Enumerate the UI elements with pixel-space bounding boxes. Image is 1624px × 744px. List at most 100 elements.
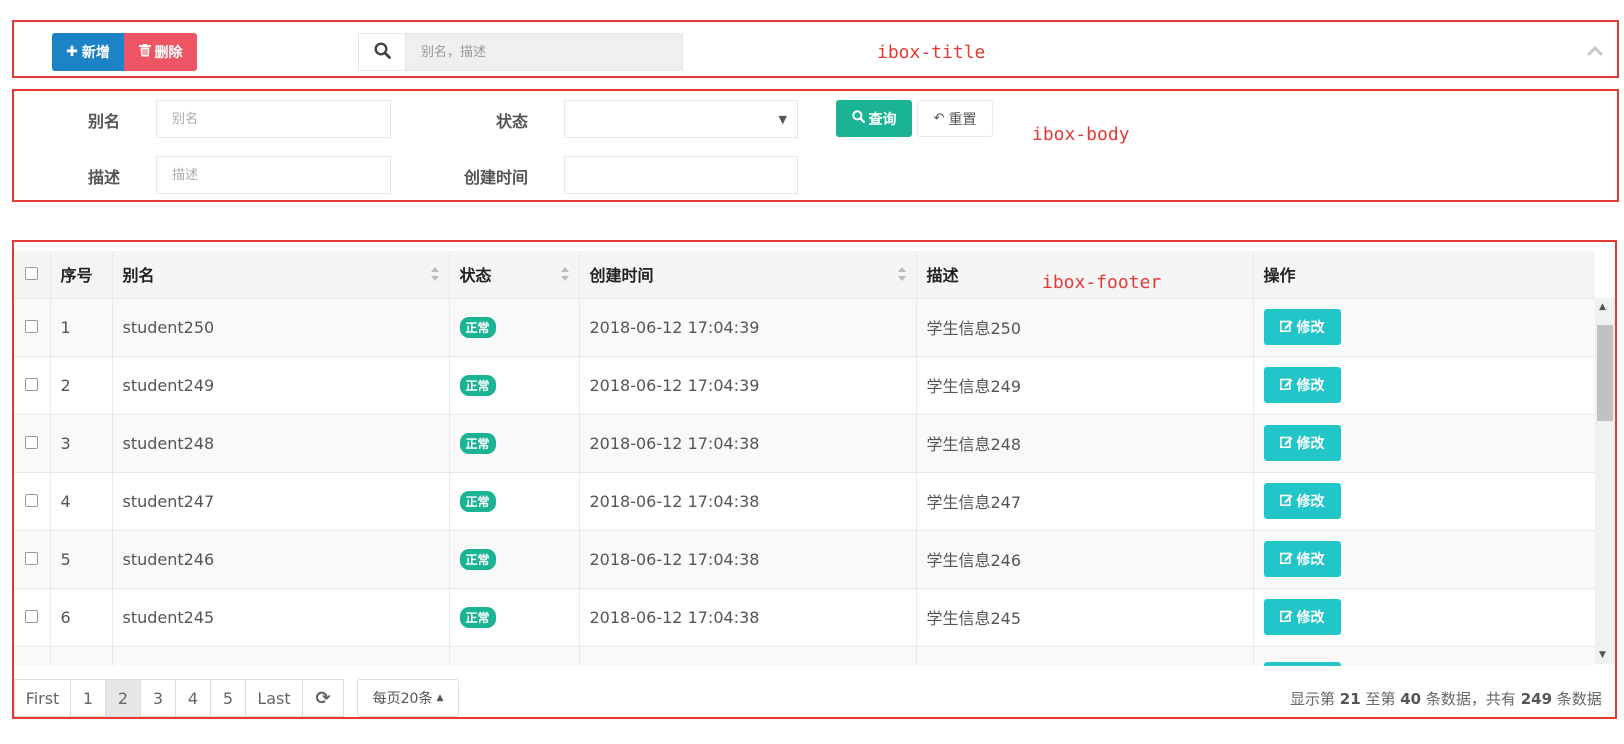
table-row[interactable] bbox=[14, 646, 1595, 666]
table-row[interactable]: 4 student247 正常 2018-06-12 17:04:38 学生信息247 修… bbox=[14, 472, 1595, 531]
ibox-footer-annotation-label: ibox-footer bbox=[1042, 272, 1162, 293]
status-badge: 正常 bbox=[459, 490, 496, 512]
status-badge: 正常 bbox=[459, 548, 496, 570]
cell-alias: student249 bbox=[112, 356, 450, 415]
alias-input[interactable] bbox=[156, 100, 391, 138]
sort-icon bbox=[560, 267, 569, 281]
reset-button[interactable]: ↶ 重置 bbox=[917, 100, 993, 137]
edit-button[interactable]: 修改 bbox=[1263, 425, 1341, 461]
search-addon[interactable] bbox=[358, 33, 406, 71]
row-checkbox[interactable] bbox=[25, 377, 38, 391]
row-checkbox[interactable] bbox=[25, 435, 38, 449]
info-total: 249 bbox=[1520, 690, 1553, 708]
row-checkbox[interactable] bbox=[25, 551, 38, 565]
table-header-row: 序号 别名 状态 创建时间 描述 操作 bbox=[14, 251, 1595, 299]
table-row[interactable]: 6 student245 正常 2018-06-12 17:04:38 学生信息245 修… bbox=[14, 588, 1595, 647]
row-checkbox[interactable] bbox=[25, 609, 38, 623]
page-5[interactable]: 5 bbox=[210, 679, 246, 717]
cell-action: 修改 bbox=[1253, 530, 1595, 589]
cell-action: 修改 bbox=[1253, 472, 1595, 531]
edit-button[interactable]: 修改 bbox=[1263, 483, 1341, 519]
created-time-input[interactable] bbox=[564, 156, 798, 194]
table-scrollbar[interactable]: ▲ ▼ bbox=[1595, 298, 1615, 664]
status-badge: 正常 bbox=[459, 432, 496, 454]
alias-label: 别名 bbox=[87, 112, 120, 131]
status-label: 状态 bbox=[495, 112, 528, 131]
row-checkbox[interactable] bbox=[25, 493, 38, 507]
desc-input[interactable] bbox=[156, 156, 391, 194]
page-last[interactable]: Last bbox=[245, 679, 303, 717]
edit-icon bbox=[1279, 551, 1293, 568]
select-all-checkbox[interactable] bbox=[25, 266, 38, 280]
cell-desc: 学生信息248 bbox=[916, 414, 1254, 473]
page-first[interactable]: First bbox=[14, 679, 71, 717]
cell-alias: student245 bbox=[112, 588, 450, 647]
page-size-dropdown[interactable]: 每页20条 ▲ bbox=[357, 679, 459, 717]
cell-created: 2018-06-12 17:04:38 bbox=[579, 472, 917, 531]
scrollbar-thumb[interactable] bbox=[1597, 325, 1613, 421]
reply-icon: ↶ bbox=[933, 111, 945, 126]
edit-button[interactable] bbox=[1263, 662, 1341, 666]
chevron-up-icon[interactable] bbox=[1584, 40, 1606, 62]
cell-no: 6 bbox=[50, 588, 113, 647]
refresh-button[interactable]: ⟳ bbox=[302, 679, 344, 717]
edit-button-label: 修改 bbox=[1296, 494, 1325, 510]
data-table: 序号 别名 状态 创建时间 描述 操作 1 student250 正常 2018-06… bbox=[14, 251, 1595, 666]
created-time-label: 创建时间 bbox=[463, 168, 528, 187]
info-prefix: 显示第 bbox=[1290, 690, 1336, 708]
page-3[interactable]: 3 bbox=[140, 679, 176, 717]
edit-button[interactable]: 修改 bbox=[1263, 541, 1341, 577]
table-row[interactable]: 1 student250 正常 2018-06-12 17:04:39 学生信息250 修… bbox=[14, 298, 1595, 357]
ibox-title-annotation-label: ibox-title bbox=[877, 42, 986, 63]
sort-icon bbox=[897, 267, 906, 281]
add-button[interactable]: ✚ 新增 bbox=[52, 33, 124, 71]
scroll-down-arrow-icon[interactable]: ▼ bbox=[1599, 650, 1606, 660]
cell-alias: student247 bbox=[112, 472, 450, 531]
page-4[interactable]: 4 bbox=[175, 679, 211, 717]
col-header-alias[interactable]: 别名 bbox=[112, 251, 450, 299]
cell-no: 2 bbox=[50, 356, 113, 415]
info-mid1: 至第 bbox=[1365, 690, 1396, 708]
status-badge: 正常 bbox=[459, 606, 496, 628]
caret-down-icon: ▼ bbox=[778, 113, 787, 126]
search-icon bbox=[373, 41, 391, 63]
edit-button[interactable]: 修改 bbox=[1263, 309, 1341, 345]
status-select[interactable]: ▼ bbox=[564, 100, 798, 138]
status-badge: 正常 bbox=[459, 316, 496, 338]
col-header-alias-label: 别名 bbox=[122, 266, 155, 286]
cell-alias: student250 bbox=[112, 298, 450, 357]
page-1[interactable]: 1 bbox=[70, 679, 106, 717]
edit-icon bbox=[1279, 435, 1293, 452]
cell-created: 2018-06-12 17:04:39 bbox=[579, 356, 917, 415]
cell-action: 修改 bbox=[1253, 588, 1595, 647]
edit-button-label: 修改 bbox=[1296, 610, 1325, 626]
status-badge: 正常 bbox=[459, 374, 496, 396]
col-header-no[interactable]: 序号 bbox=[50, 251, 113, 299]
row-checkbox[interactable] bbox=[25, 319, 38, 333]
reset-button-label: 重置 bbox=[948, 111, 977, 128]
search-input[interactable] bbox=[405, 33, 683, 71]
edit-icon bbox=[1279, 493, 1293, 510]
edit-button[interactable]: 修改 bbox=[1263, 367, 1341, 403]
query-button[interactable]: 查询 bbox=[836, 100, 912, 137]
cell-desc: 学生信息249 bbox=[916, 356, 1254, 415]
cell-status: 正常 bbox=[449, 588, 580, 647]
table-row[interactable]: 5 student246 正常 2018-06-12 17:04:38 学生信息246 修… bbox=[14, 530, 1595, 589]
cell-status: 正常 bbox=[449, 414, 580, 473]
cell-created: 2018-06-12 17:04:38 bbox=[579, 414, 917, 473]
col-header-created-label: 创建时间 bbox=[589, 266, 654, 286]
edit-icon bbox=[1279, 609, 1293, 626]
col-header-status[interactable]: 状态 bbox=[449, 251, 580, 299]
page-2[interactable]: 2 bbox=[105, 679, 141, 717]
delete-button[interactable]: 删除 bbox=[124, 33, 197, 71]
col-header-action: 操作 bbox=[1253, 251, 1595, 299]
plus-icon: ✚ bbox=[66, 44, 78, 60]
cell-alias: student248 bbox=[112, 414, 450, 473]
table-row[interactable]: 2 student249 正常 2018-06-12 17:04:39 学生信息249 修… bbox=[14, 356, 1595, 415]
edit-button[interactable]: 修改 bbox=[1263, 599, 1341, 635]
table-row[interactable]: 3 student248 正常 2018-06-12 17:04:38 学生信息248 修… bbox=[14, 414, 1595, 473]
query-button-label: 查询 bbox=[868, 111, 897, 128]
col-header-created[interactable]: 创建时间 bbox=[579, 251, 917, 299]
add-button-label: 新增 bbox=[81, 45, 110, 61]
scroll-up-arrow-icon[interactable]: ▲ bbox=[1599, 302, 1606, 312]
